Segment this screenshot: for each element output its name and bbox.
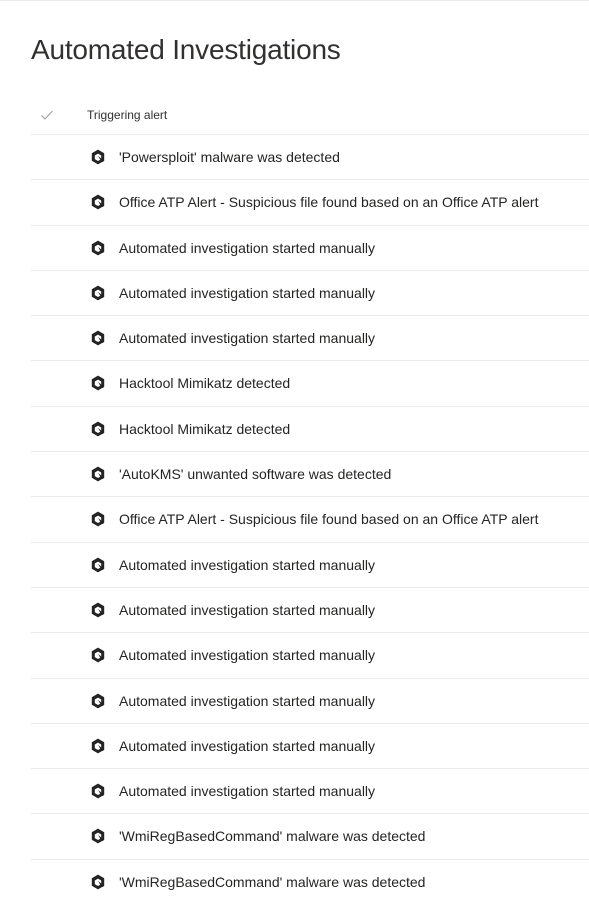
defender-alert-icon <box>91 693 105 709</box>
triggering-alert-text: Automated investigation started manually <box>119 737 376 754</box>
automated-investigations-page: Automated Investigations Triggering aler… <box>0 0 589 902</box>
defender-alert-icon <box>91 466 105 482</box>
defender-alert-icon <box>91 149 105 165</box>
checkmark-icon[interactable] <box>39 107 55 123</box>
defender-alert-icon <box>91 783 105 799</box>
table-row[interactable]: Office ATP Alert - Suspicious file found… <box>31 497 589 543</box>
triggering-alert-text: Automated investigation started manually <box>119 692 376 709</box>
triggering-alert-text: 'Powersploit' malware was detected <box>119 149 340 165</box>
table-row[interactable]: Automated investigation started manually <box>31 588 589 634</box>
table-row[interactable]: 'WmiRegBasedCommand' malware was detecte… <box>31 814 589 860</box>
top-divider <box>0 0 589 1</box>
table-row[interactable]: Hacktool Mimikatz detected <box>31 361 589 407</box>
triggering-alert-text: Automated investigation started manually <box>119 601 376 618</box>
column-header-triggering-alert[interactable]: Triggering alert <box>87 107 167 123</box>
defender-alert-icon <box>91 330 105 346</box>
defender-alert-icon <box>91 647 105 663</box>
triggering-alert-text: Automated investigation started manually <box>119 556 376 573</box>
defender-alert-icon <box>91 602 105 618</box>
triggering-alert-text: 'AutoKMS' unwanted software was detected <box>119 466 392 483</box>
triggering-alert-text: Hacktool Mimikatz detected <box>119 420 291 437</box>
triggering-alert-text: 'WmiRegBasedCommand' malware was detecte… <box>119 828 426 845</box>
triggering-alert-text: Hacktool Mimikatz detected <box>119 375 291 392</box>
table-row[interactable]: Automated investigation started manually <box>31 271 589 317</box>
table-row[interactable]: Office ATP Alert - Suspicious file found… <box>31 180 589 226</box>
triggering-alert-text: Office ATP Alert - Suspicious file found… <box>119 194 539 211</box>
defender-alert-icon <box>91 874 105 890</box>
defender-alert-icon <box>91 375 105 391</box>
table-header-row: Triggering alert <box>31 91 589 135</box>
table-row[interactable]: Automated investigation started manually <box>31 543 589 588</box>
table-row[interactable]: Automated investigation started manually <box>31 633 589 679</box>
triggering-alert-text: Automated investigation started manually <box>119 239 376 256</box>
defender-alert-icon <box>91 421 105 437</box>
triggering-alert-text: Automated investigation started manually <box>119 647 376 664</box>
defender-alert-icon <box>91 285 105 301</box>
triggering-alert-text: Automated investigation started manually <box>119 330 376 347</box>
table-row[interactable]: 'AutoKMS' unwanted software was detected <box>31 452 589 498</box>
defender-alert-icon <box>91 194 105 210</box>
defender-alert-icon <box>91 240 105 256</box>
defender-alert-icon <box>91 738 105 754</box>
defender-alert-icon <box>91 511 105 527</box>
triggering-alert-text: Automated investigation started manually <box>119 783 376 800</box>
table-row[interactable]: Automated investigation started manually <box>31 769 589 815</box>
page-title: Automated Investigations <box>31 34 341 65</box>
table-row[interactable]: 'Powersploit' malware was detected <box>31 135 589 181</box>
alerts-list: 'Powersploit' malware was detected Office… <box>31 135 589 902</box>
triggering-alert-text: Automated investigation started manually <box>119 284 376 301</box>
defender-alert-icon <box>91 828 105 844</box>
investigations-table: Triggering alert 'Powersploit' malware w… <box>31 91 589 902</box>
table-row[interactable]: Hacktool Mimikatz detected <box>31 407 589 453</box>
table-row[interactable]: Automated investigation started manually <box>31 724 589 770</box>
triggering-alert-text: 'WmiRegBasedCommand' malware was detecte… <box>119 873 426 890</box>
triggering-alert-text: Office ATP Alert - Suspicious file found… <box>119 511 539 528</box>
table-row[interactable]: Automated investigation started manually <box>31 316 589 362</box>
table-row[interactable]: 'WmiRegBasedCommand' malware was detecte… <box>31 860 589 902</box>
table-row[interactable]: Automated investigation started manually <box>31 226 589 271</box>
table-row[interactable]: Automated investigation started manually <box>31 679 589 724</box>
defender-alert-icon <box>91 557 105 573</box>
